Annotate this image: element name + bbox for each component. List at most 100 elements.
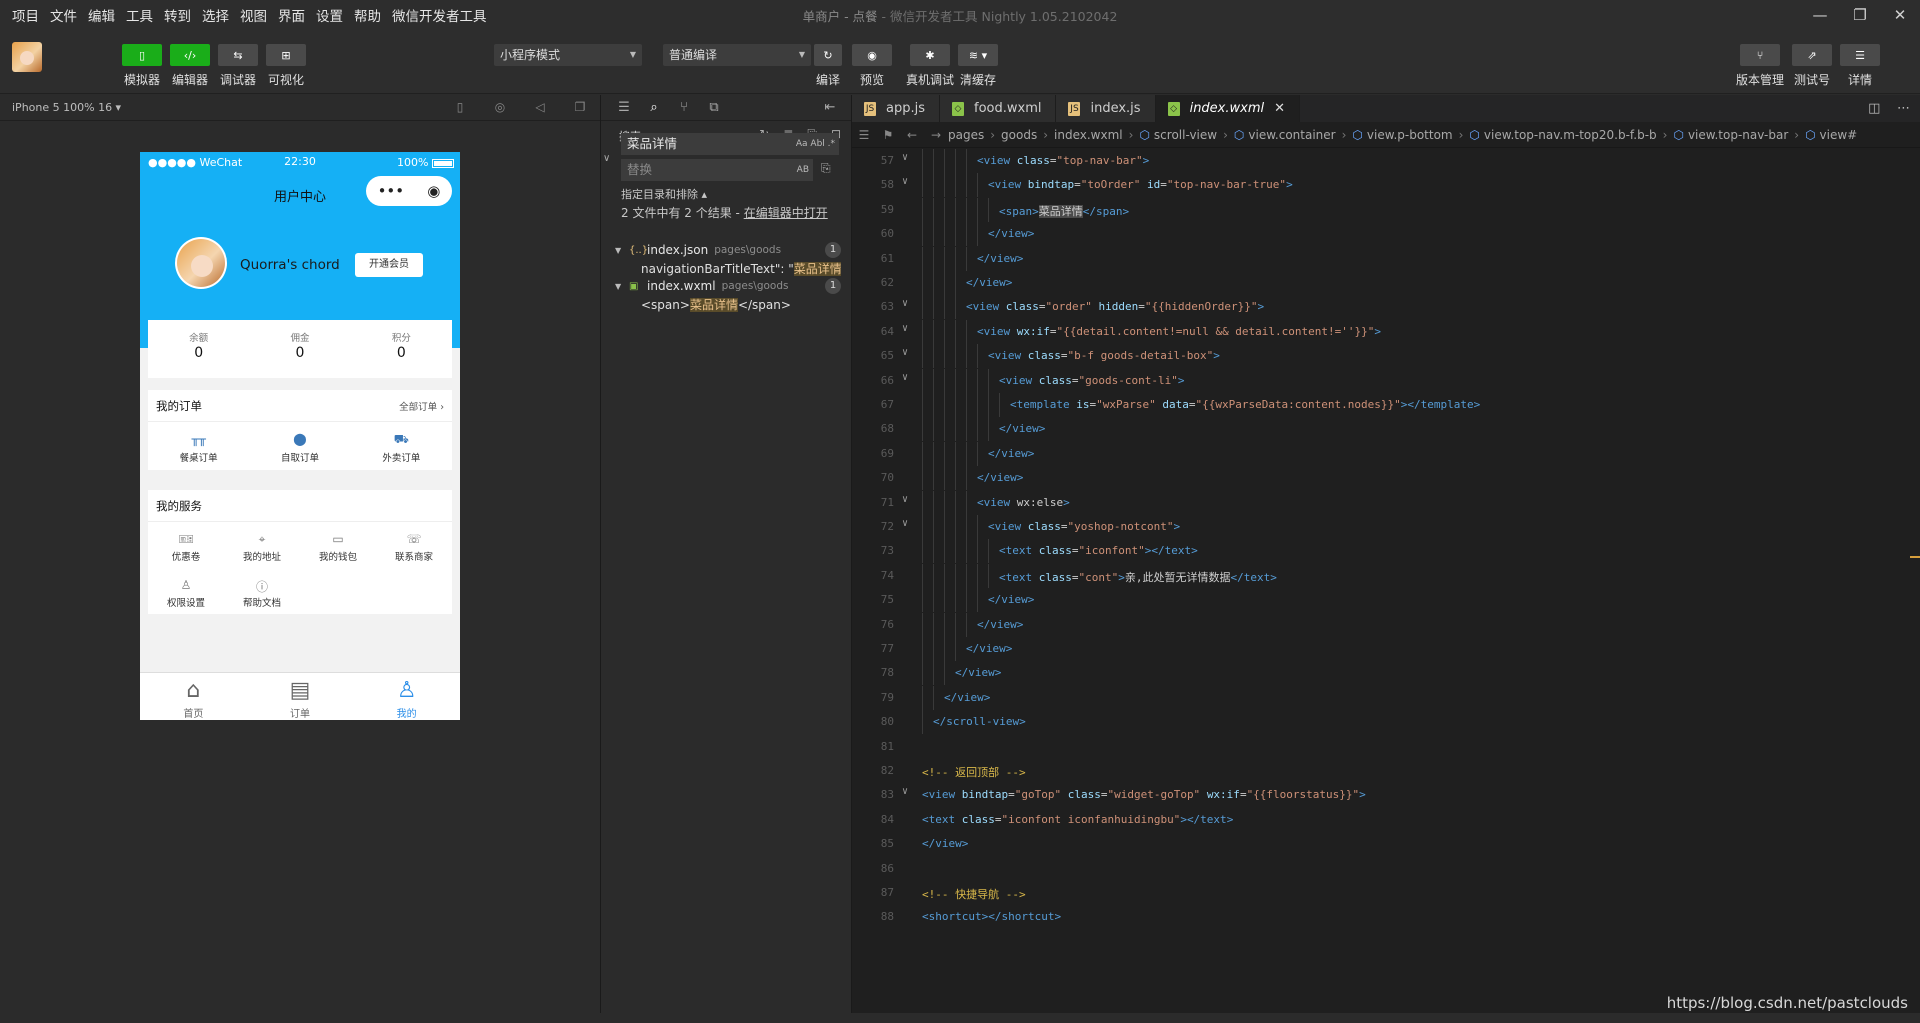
code-line[interactable]: 78 </view>: [852, 661, 1920, 686]
fold-chevron-icon[interactable]: ∨: [902, 372, 908, 383]
code-line[interactable]: 77 </view>: [852, 637, 1920, 661]
menu-item[interactable]: 文件: [50, 5, 77, 25]
menu-item[interactable]: 设置: [316, 5, 343, 25]
test-account-button[interactable]: ⇗ 测试号: [1792, 44, 1832, 88]
stat-balance[interactable]: 余额 0: [148, 320, 249, 378]
code-line[interactable]: 66 ∨ <view class="goods-cont-li">: [852, 368, 1920, 393]
scope-toggle[interactable]: 指定目录和排除 ▴: [621, 186, 707, 202]
code-line[interactable]: 57 ∨ <view class="top-nav-bar">: [852, 149, 1920, 173]
external-link-icon[interactable]: ⇗: [1792, 44, 1832, 66]
menu-icon[interactable]: ☰: [1840, 44, 1880, 66]
close-circle-icon[interactable]: ◉: [427, 182, 440, 200]
visual-toggle[interactable]: ⊞ 可视化: [266, 44, 306, 88]
service-help[interactable]: ⓘ 帮助文档: [224, 568, 300, 614]
order-type-delivery[interactable]: ⛟ 外卖订单: [351, 422, 452, 470]
tab-index-js[interactable]: JS index.js: [1056, 95, 1156, 122]
breadcrumb-item[interactable]: pages: [948, 128, 984, 142]
service-address[interactable]: ⌖ 我的地址: [224, 522, 300, 568]
code-line[interactable]: 72 ∨ <view class="yoshop-notcont">: [852, 515, 1920, 539]
device-select[interactable]: iPhone 5 100% 16 ▾: [12, 101, 121, 114]
code-line[interactable]: 86: [852, 857, 1920, 881]
tab-index-wxml[interactable]: ◇ index.wxml ✕: [1155, 95, 1301, 122]
code-line[interactable]: 63 ∨ <view class="order" hidden="{{hiddenO…: [852, 295, 1920, 320]
service-permissions[interactable]: ♙ 权限设置: [148, 568, 224, 614]
service-coupon[interactable]: 🎫︎ 优惠卷: [148, 522, 224, 568]
fold-chevron-icon[interactable]: ∨: [902, 176, 908, 187]
tab-home[interactable]: ⌂ 首页: [140, 673, 247, 720]
search-input[interactable]: 菜品详情 Aa Abl .*: [621, 133, 839, 155]
stat-commission[interactable]: 佣金 0: [249, 320, 350, 378]
extensions-icon[interactable]: ⧉: [699, 100, 729, 115]
layout-icon[interactable]: ⊞: [266, 44, 306, 66]
code-line[interactable]: 65 ∨ <view class="b-f goods-detail-box">: [852, 344, 1920, 369]
breadcrumb-item[interactable]: scroll-view: [1154, 128, 1217, 142]
code-line[interactable]: 80 </scroll-view>: [852, 710, 1920, 735]
close-icon[interactable]: ✕: [1880, 0, 1920, 30]
forward-icon[interactable]: →: [924, 128, 948, 142]
tab-food-wxml[interactable]: ◇ food.wxml: [940, 95, 1057, 122]
eye-icon[interactable]: ◉: [852, 44, 892, 66]
compile-button[interactable]: ↻ 编译: [814, 44, 842, 88]
code-line[interactable]: 76 </view>: [852, 612, 1920, 637]
code-line[interactable]: 69 </view>: [852, 441, 1920, 466]
code-line[interactable]: 62 </view>: [852, 271, 1920, 295]
code-line[interactable]: 75 </view>: [852, 588, 1920, 613]
fold-chevron-icon[interactable]: ∨: [902, 152, 908, 163]
code-line[interactable]: 81: [852, 735, 1920, 759]
preview-button[interactable]: ◉ 预览: [852, 44, 892, 88]
remote-debug-button[interactable]: ✱ 真机调试: [906, 44, 954, 88]
code-line[interactable]: 83 ∨ <view bindtap="goTop" class="widget-g…: [852, 783, 1920, 807]
code-line[interactable]: 84 <text class="iconfont iconfanhuidingbu…: [852, 808, 1920, 832]
order-type-pickup[interactable]: ⬤ 自取订单: [249, 422, 350, 470]
close-tab-icon[interactable]: ✕: [1274, 101, 1285, 116]
user-avatar[interactable]: [175, 237, 227, 289]
split-editor-icon[interactable]: ◫: [1868, 101, 1880, 116]
order-type-table[interactable]: ╥╥ 餐桌订单: [148, 422, 249, 470]
menu-item[interactable]: 选择: [202, 5, 229, 25]
code-line[interactable]: 79 </view>: [852, 685, 1920, 710]
fold-chevron-icon[interactable]: ∨: [902, 518, 908, 529]
code-line[interactable]: 70 </view>: [852, 466, 1920, 491]
collapse-panel-icon[interactable]: ⇤: [815, 100, 845, 115]
menu-item[interactable]: 视图: [240, 5, 267, 25]
debug-icon[interactable]: ⇆: [218, 44, 258, 66]
breadcrumb-item[interactable]: view.p-bottom: [1367, 128, 1453, 142]
code-line[interactable]: 59 <span>菜品详情</span>: [852, 197, 1920, 222]
stat-points[interactable]: 积分 0: [351, 320, 452, 378]
fold-chevron-icon[interactable]: ∨: [902, 323, 908, 334]
preserve-case-toggle[interactable]: AB: [797, 159, 809, 181]
breadcrumb-item[interactable]: view.top-nav-bar: [1688, 128, 1788, 142]
version-button[interactable]: ⑂ 版本管理: [1736, 44, 1784, 88]
fold-chevron-icon[interactable]: ∨: [902, 347, 908, 358]
breadcrumb-item[interactable]: goods: [1001, 128, 1037, 142]
breadcrumb-item[interactable]: view.top-nav.m-top20.b-f.b-b: [1484, 128, 1657, 142]
code-line[interactable]: 61 </view>: [852, 246, 1920, 271]
code-line[interactable]: 67 <template is="wxParse" data="{{wxParse…: [852, 393, 1920, 417]
menu-item[interactable]: 转到: [164, 5, 191, 25]
avatar[interactable]: [12, 42, 42, 72]
refresh-icon[interactable]: ↻: [814, 44, 842, 66]
list-icon[interactable]: ☰: [852, 128, 876, 142]
more-icon[interactable]: ⋯: [1897, 101, 1910, 116]
breadcrumb-item[interactable]: view.container: [1248, 128, 1335, 142]
more-icon[interactable]: •••: [378, 182, 405, 200]
fold-chevron-icon[interactable]: ∨: [902, 786, 908, 797]
code-line[interactable]: 88 <shortcut></shortcut>: [852, 905, 1920, 929]
tab-orders[interactable]: ▤ 订单: [247, 673, 354, 720]
bug-icon[interactable]: ✱: [910, 44, 950, 66]
result-match-line[interactable]: navigationBarTitleText": "菜品详情",: [641, 260, 841, 277]
code-line[interactable]: 87 <!-- 快捷导航 -->: [852, 881, 1920, 905]
vip-button[interactable]: 开通会员: [355, 253, 423, 277]
list-icon[interactable]: ☰: [609, 100, 639, 115]
replace-all-icon[interactable]: ⎘: [821, 161, 831, 176]
service-contact[interactable]: ☏ 联系商家: [376, 522, 452, 568]
result-file[interactable]: ▼ {..} index.json pages\goods 1: [615, 241, 841, 259]
maximize-icon[interactable]: ❐: [1840, 0, 1880, 30]
code-line[interactable]: 82 <!-- 返回顶部 -->: [852, 759, 1920, 783]
layers-icon[interactable]: ≋ ▾: [958, 44, 998, 66]
editor-toggle[interactable]: ‹/› 编辑器: [170, 44, 210, 88]
code-line[interactable]: 60 </view>: [852, 222, 1920, 247]
service-wallet[interactable]: ▭ 我的钱包: [300, 522, 376, 568]
menu-item[interactable]: 工具: [126, 5, 153, 25]
compile-select[interactable]: 普通编译 ▼: [663, 44, 811, 66]
